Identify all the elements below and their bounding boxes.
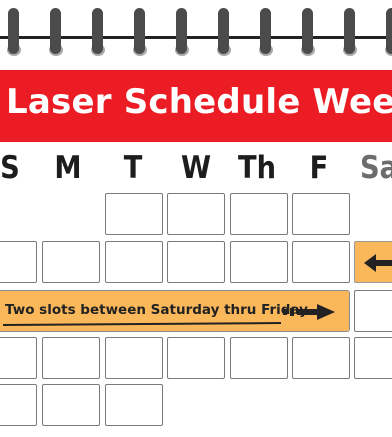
day-cell <box>105 241 163 283</box>
day-cell <box>230 241 288 283</box>
binding-ring <box>8 8 19 54</box>
day-cell <box>292 193 350 235</box>
day-cell <box>0 337 37 379</box>
slot-note-underline <box>2 322 282 326</box>
day-cell <box>292 241 350 283</box>
slot-note-bar: Two slots between Saturday thru Friday <box>0 290 350 332</box>
day-monday: M <box>54 150 82 186</box>
arrow-left-icon <box>364 254 392 272</box>
day-cell <box>167 241 225 283</box>
day-cell <box>230 337 288 379</box>
slot-note-text: Two slots between Saturday thru Friday <box>5 302 308 318</box>
binding-ring <box>134 8 145 54</box>
day-sunday: S <box>0 150 20 186</box>
double-arrow-right-icon <box>283 304 335 320</box>
day-cell <box>105 193 163 235</box>
binding-ring <box>386 8 392 54</box>
day-thursday: Th <box>237 150 277 186</box>
day-cell <box>354 290 392 332</box>
binding-ring <box>176 8 187 54</box>
day-cell <box>167 193 225 235</box>
day-friday: F <box>309 150 329 186</box>
day-tuesday: T <box>123 150 143 186</box>
binding-ring <box>260 8 271 54</box>
day-cell <box>167 337 225 379</box>
day-cell <box>0 384 37 426</box>
day-cell <box>105 337 163 379</box>
day-cell <box>292 337 350 379</box>
day-cell <box>42 384 100 426</box>
day-cell <box>0 241 37 283</box>
binding-ring <box>344 8 355 54</box>
binding-ring <box>218 8 229 54</box>
title-banner: Laser Schedule Week <box>0 70 392 142</box>
day-cell <box>42 337 100 379</box>
day-cell <box>230 193 288 235</box>
day-cell <box>42 241 100 283</box>
day-cell <box>105 384 163 426</box>
day-saturday: Sa <box>359 150 392 186</box>
day-wednesday: W <box>180 150 212 186</box>
binding-ring <box>50 8 61 54</box>
banner-title: Laser Schedule Week <box>6 82 392 122</box>
binding-ring <box>302 8 313 54</box>
calendar-graphic: Laser Schedule Week S M T W Th F Sa Two … <box>0 0 392 437</box>
day-cell <box>354 337 392 379</box>
binding-ring <box>92 8 103 54</box>
